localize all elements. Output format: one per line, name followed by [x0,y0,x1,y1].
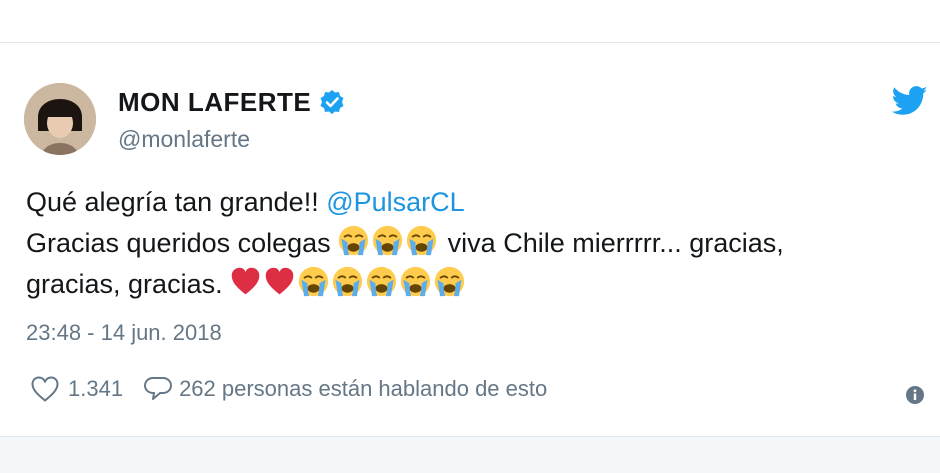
heart-outline-icon[interactable] [30,375,60,403]
reply-bubble-icon[interactable] [143,375,173,403]
tweet-line-2: Gracias queridos colegas viva Chile mier… [26,223,931,264]
tweet-text-segment: Gracias queridos colegas [26,228,339,258]
avatar-image [24,83,96,155]
red-heart-icon [230,266,261,297]
twitter-bird-icon[interactable] [891,86,928,116]
crying-face-icon [434,266,465,297]
mention-link[interactable]: @PulsarCL [326,187,464,217]
tweet-actions: 1.341 262 personas están hablando de est… [30,373,547,405]
bottom-divider-area [0,436,940,473]
info-icon[interactable] [905,385,925,405]
tweet-line-1: Qué alegría tan grande!! @PulsarCL [26,182,931,223]
handle[interactable]: @monlaferte [118,126,250,153]
top-divider-area [0,0,940,43]
tweet-text: Qué alegría tan grande!! @PulsarCL Graci… [26,182,931,305]
tweet-text-segment: gracias, gracias. [26,269,231,299]
crying-face-icon [400,266,431,297]
crying-face-icon [366,266,397,297]
tweet-text-segment: Qué alegría tan grande!! [26,187,327,217]
verified-badge-icon [319,89,345,115]
crying-face-icon [372,225,403,256]
like-count[interactable]: 1.341 [68,376,123,402]
tweet-line-3: gracias, gracias. [26,264,931,305]
conversation-count-link[interactable]: 262 personas están hablando de esto [179,376,547,402]
author-name-row[interactable]: MON LAFERTE [118,86,345,118]
crying-face-icon [406,225,437,256]
crying-face-icon [332,266,363,297]
tweet-text-segment: viva Chile mierrrrr... gracias, [440,228,784,258]
display-name[interactable]: MON LAFERTE [118,87,311,118]
timestamp-link[interactable]: 23:48 - 14 jun. 2018 [26,320,222,346]
avatar[interactable] [24,83,96,155]
crying-face-icon [298,266,329,297]
crying-face-icon [338,225,369,256]
red-heart-icon [264,266,295,297]
